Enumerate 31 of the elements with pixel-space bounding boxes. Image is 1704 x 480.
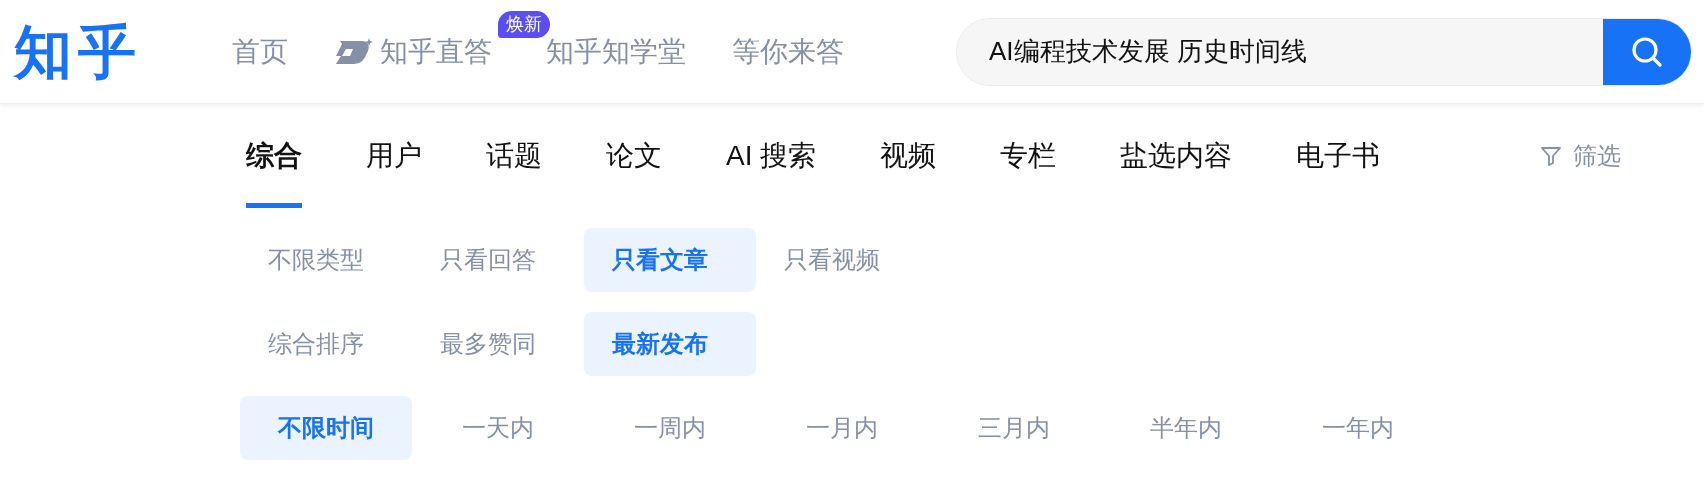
search-tab[interactable]: 视频 bbox=[880, 104, 937, 208]
search-tab[interactable]: 综合 bbox=[246, 104, 302, 208]
filter-option[interactable]: 三月内 bbox=[928, 396, 1100, 460]
search-tab[interactable]: 话题 bbox=[486, 104, 542, 208]
logo[interactable]: 知乎 bbox=[14, 22, 204, 81]
search-tab[interactable]: 用户 bbox=[366, 104, 422, 208]
search-tab[interactable]: 论文 bbox=[606, 104, 662, 208]
filter-option[interactable]: 只看回答 bbox=[412, 228, 584, 292]
filter-option[interactable]: 不限时间 bbox=[240, 396, 412, 460]
search-tab[interactable]: 电子书 bbox=[1296, 104, 1381, 208]
search-tab[interactable]: 盐选内容 bbox=[1120, 104, 1233, 208]
filter-option[interactable]: 一周内 bbox=[584, 396, 756, 460]
filter-option[interactable]: 只看视频 bbox=[756, 228, 928, 292]
filter-option[interactable]: 最新发布 bbox=[584, 312, 756, 376]
search-button[interactable] bbox=[1603, 18, 1691, 85]
nav-link[interactable]: 等你来答 bbox=[732, 30, 844, 73]
nav-link[interactable]: 首页 bbox=[232, 30, 288, 73]
filter-icon bbox=[1539, 144, 1564, 168]
filter-option[interactable]: 综合排序 bbox=[240, 312, 412, 376]
filter-option[interactable]: 一年内 bbox=[1272, 396, 1444, 460]
filter-option[interactable]: 一月内 bbox=[756, 396, 928, 460]
filter-option[interactable]: 半年内 bbox=[1100, 396, 1272, 460]
filter-option[interactable]: 一天内 bbox=[412, 396, 584, 460]
search-tab[interactable]: AI 搜索 bbox=[726, 104, 817, 208]
filter-button[interactable]: 筛选 bbox=[1539, 104, 1622, 208]
filter-option[interactable]: 不限类型 bbox=[240, 228, 412, 292]
filter-option[interactable]: 只看文章 bbox=[584, 228, 756, 292]
filter-option[interactable]: 最多赞同 bbox=[412, 312, 584, 376]
search-tab[interactable]: 专栏 bbox=[1000, 104, 1057, 208]
new-badge: 焕新 bbox=[498, 10, 550, 38]
logo-icon bbox=[334, 36, 374, 67]
